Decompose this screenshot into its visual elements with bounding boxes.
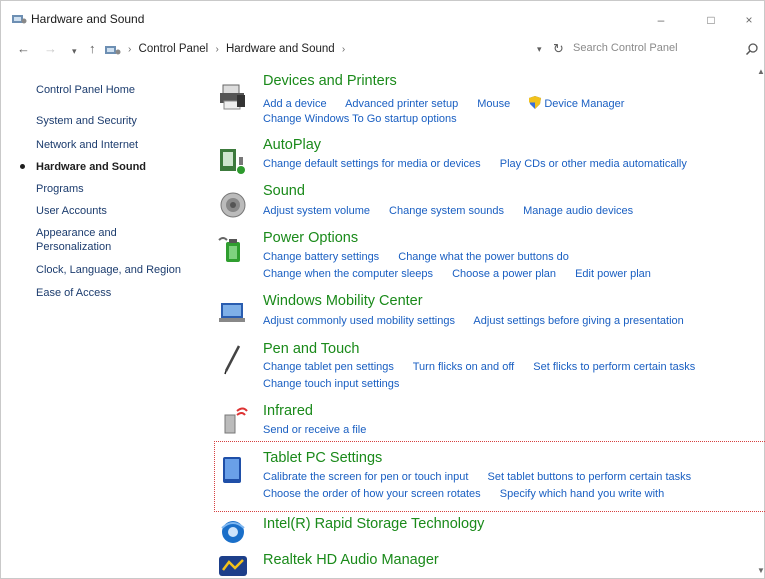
sidebar-item-user-accounts[interactable]: User Accounts [36, 204, 201, 218]
link-manage-audio-devices[interactable]: Manage audio devices [523, 205, 633, 217]
window-title: Hardware and Sound [31, 12, 145, 26]
link-change-when-computer-sleeps[interactable]: Change when the computer sleeps [263, 268, 433, 280]
address-bar: ← → ▾ ↑ › Control Panel › Hardware and S… [1, 39, 764, 61]
link-device-manager-label: Device Manager [544, 98, 625, 110]
mobility-center-icon [219, 303, 245, 322]
link-device-manager[interactable]: Device Manager [529, 96, 625, 110]
search-input[interactable]: Search Control Panel [573, 42, 723, 54]
link-change-default-media-settings[interactable]: Change default settings for media or dev… [263, 158, 481, 170]
category-devices-and-printers: Devices and Printers Add a device Advanc… [217, 73, 757, 125]
link-adjust-presentation-settings[interactable]: Adjust settings before giving a presenta… [473, 315, 683, 327]
category-title[interactable]: Windows Mobility Center [263, 293, 423, 309]
scroll-down-arrow-icon[interactable]: ▼ [757, 566, 765, 575]
category-links-row: Adjust system volume Change system sound… [263, 205, 649, 217]
search-icon[interactable] [745, 42, 759, 56]
printer-icon [220, 84, 245, 110]
admin-shield-icon [529, 96, 542, 109]
link-change-tablet-pen-settings[interactable]: Change tablet pen settings [263, 361, 394, 373]
scroll-up-arrow-icon[interactable]: ▲ [757, 67, 765, 76]
minimize-button[interactable]: – [641, 7, 681, 33]
infrared-icon [224, 407, 248, 434]
pen-icon [224, 345, 241, 375]
category-realtek-audio: Realtek HD Audio Manager [217, 552, 757, 578]
active-bullet-icon [20, 164, 25, 169]
sidebar-item-control-panel-home[interactable]: Control Panel Home [36, 83, 201, 97]
location-icon [105, 46, 121, 55]
battery-icon [218, 237, 240, 262]
control-panel-window: Hardware and Sound – □ × ← → ▾ ↑ › Contr… [0, 0, 765, 579]
category-title[interactable]: Sound [263, 183, 305, 199]
link-change-power-buttons[interactable]: Change what the power buttons do [398, 251, 569, 263]
sidebar-item-system-and-security[interactable]: System and Security [36, 114, 201, 128]
address-dropdown-chevron-icon[interactable]: ▾ [537, 44, 542, 55]
category-links-row: Adjust commonly used mobility settings A… [263, 315, 700, 327]
link-adjust-system-volume[interactable]: Adjust system volume [263, 205, 370, 217]
highlight-box [214, 441, 765, 512]
sidebar-item-hardware-and-sound[interactable]: Hardware and Sound [36, 160, 201, 174]
category-title[interactable]: Realtek HD Audio Manager [263, 552, 439, 568]
breadcrumb: › Control Panel › Hardware and Sound › [124, 43, 349, 55]
category-infrared: Infrared Send or receive a file [217, 403, 757, 441]
category-links-row: Change when the computer sleeps Choose a… [263, 268, 667, 280]
control-panel-icon [12, 15, 27, 24]
category-title[interactable]: Pen and Touch [263, 341, 359, 357]
link-set-flicks-tasks[interactable]: Set flicks to perform certain tasks [533, 361, 695, 373]
link-choose-power-plan[interactable]: Choose a power plan [452, 268, 556, 280]
category-links-row: Change Windows To Go startup options [263, 113, 473, 125]
breadcrumb-separator-icon[interactable]: › [342, 44, 345, 55]
category-autoplay: AutoPlay Change default settings for med… [217, 137, 757, 177]
breadcrumb-separator-icon[interactable]: › [215, 44, 218, 55]
category-links-row: Send or receive a file [263, 424, 382, 436]
category-title[interactable]: Infrared [263, 403, 313, 419]
category-title[interactable]: Intel(R) Rapid Storage Technology [263, 516, 484, 532]
breadcrumb-hardware-and-sound[interactable]: Hardware and Sound [226, 43, 335, 55]
breadcrumb-separator-icon[interactable]: › [128, 44, 131, 55]
link-send-or-receive-file[interactable]: Send or receive a file [263, 424, 366, 436]
category-pen-and-touch: Pen and Touch Change tablet pen settings… [217, 341, 757, 397]
category-power-options: Power Options Change battery settings Ch… [217, 230, 757, 286]
link-edit-power-plan[interactable]: Edit power plan [575, 268, 651, 280]
forward-arrow-icon[interactable]: → [44, 41, 57, 57]
sidebar-item-programs[interactable]: Programs [36, 182, 201, 196]
sidebar-item-network-and-internet[interactable]: Network and Internet [36, 138, 201, 152]
link-mouse[interactable]: Mouse [477, 98, 510, 110]
link-play-cds-automatically[interactable]: Play CDs or other media automatically [500, 158, 687, 170]
category-links-row: Add a device Advanced printer setup Mous… [263, 96, 640, 110]
link-add-a-device[interactable]: Add a device [263, 98, 327, 110]
link-turn-flicks-on-off[interactable]: Turn flicks on and off [413, 361, 515, 373]
sidebar-item-clock-language-region[interactable]: Clock, Language, and Region [36, 263, 201, 277]
up-arrow-icon[interactable]: ↑ [89, 41, 96, 57]
maximize-button[interactable]: □ [691, 7, 731, 33]
category-intel-rapid-storage: Intel(R) Rapid Storage Technology [217, 516, 757, 546]
category-title[interactable]: AutoPlay [263, 137, 321, 153]
breadcrumb-control-panel[interactable]: Control Panel [139, 43, 209, 55]
category-links-row: Change battery settings Change what the … [263, 251, 585, 263]
link-change-windows-to-go[interactable]: Change Windows To Go startup options [263, 113, 457, 125]
realtek-audio-icon [219, 556, 247, 576]
category-links-row: Change default settings for media or dev… [263, 158, 703, 170]
category-links-row: Change tablet pen settings Turn flicks o… [263, 361, 711, 373]
category-windows-mobility-center: Windows Mobility Center Adjust commonly … [217, 293, 757, 333]
link-advanced-printer-setup[interactable]: Advanced printer setup [345, 98, 458, 110]
link-change-battery-settings[interactable]: Change battery settings [263, 251, 379, 263]
category-title[interactable]: Power Options [263, 230, 358, 246]
sidebar-item-appearance-and-personalization[interactable]: Appearance and Personalization [36, 226, 146, 254]
category-links-row: Change touch input settings [263, 378, 415, 390]
refresh-icon[interactable]: ↻ [553, 41, 564, 57]
speaker-icon [220, 192, 246, 218]
link-change-touch-input-settings[interactable]: Change touch input settings [263, 378, 399, 390]
category-sound: Sound Adjust system volume Change system… [217, 183, 757, 223]
intel-storage-icon [221, 521, 245, 543]
link-change-system-sounds[interactable]: Change system sounds [389, 205, 504, 217]
category-title[interactable]: Devices and Printers [263, 73, 397, 89]
recent-locations-chevron-icon[interactable]: ▾ [72, 43, 77, 59]
link-adjust-mobility-settings[interactable]: Adjust commonly used mobility settings [263, 315, 455, 327]
sidebar-item-ease-of-access[interactable]: Ease of Access [36, 286, 201, 300]
close-button[interactable]: × [729, 7, 765, 33]
autoplay-icon [220, 149, 245, 174]
title-bar: Hardware and Sound – □ × [1, 1, 764, 39]
back-arrow-icon[interactable]: ← [17, 41, 30, 57]
